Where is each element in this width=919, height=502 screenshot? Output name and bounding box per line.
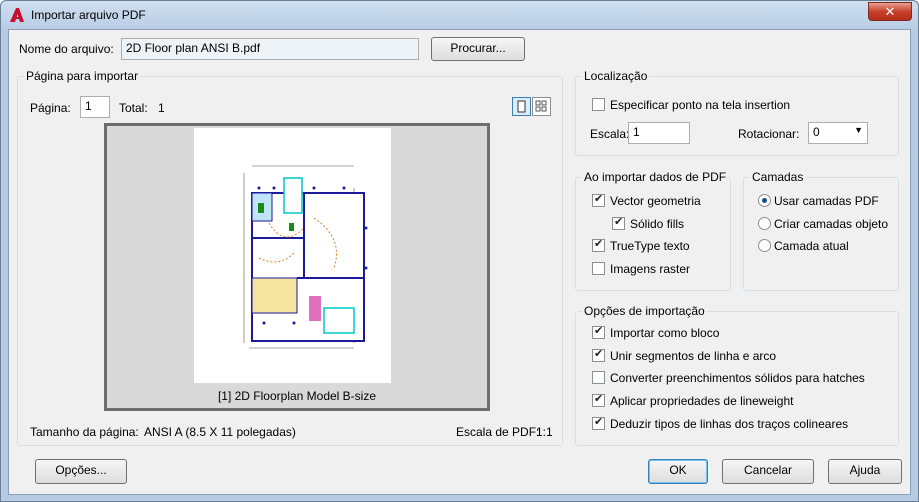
total-label: Total: — [119, 101, 148, 115]
infer-linetypes-label: Deduzir tipos de linhas dos traços colin… — [610, 417, 849, 431]
convert-fills-checkbox[interactable] — [592, 371, 605, 384]
convert-fills-label: Converter preenchimentos sólidos para ha… — [610, 371, 865, 385]
floor-plan-image — [243, 165, 368, 349]
file-name-label: Nome do arquivo: — [19, 42, 114, 56]
use-pdf-layers-label: Usar camadas PDF — [774, 194, 879, 208]
specify-onscreen-checkbox[interactable] — [592, 98, 605, 111]
browse-button[interactable]: Procurar... — [431, 37, 525, 61]
truetype-text-label: TrueType texto — [610, 239, 690, 253]
specify-onscreen-label: Especificar ponto na tela insertion — [610, 98, 791, 112]
file-name-field[interactable]: 2D Floor plan ANSI B.pdf — [121, 38, 419, 60]
vector-geometry-checkbox[interactable] — [592, 192, 605, 207]
close-button[interactable]: ✕ — [868, 2, 912, 21]
import-as-block-label: Importar como bloco — [610, 326, 720, 340]
raster-images-checkbox[interactable] — [592, 262, 605, 275]
current-layer-label: Camada atual — [774, 239, 849, 253]
truetype-text-checkbox[interactable] — [592, 237, 605, 252]
import-pdf-dialog: Importar arquivo PDF ✕ Nome do arquivo: … — [0, 0, 919, 502]
import-pdf-data-group: Ao importar dados de PDF Vector geometri… — [575, 170, 731, 291]
rotate-value: 0 — [813, 125, 820, 139]
page-number-input[interactable]: 1 — [80, 96, 110, 118]
join-segments-label: Unir segmentos de linha e arco — [610, 349, 777, 363]
scale-input[interactable]: 1 — [628, 122, 690, 144]
rotate-label: Rotacionar: — [738, 127, 800, 141]
ok-button[interactable]: OK — [648, 459, 708, 484]
scale-label: Escala: — [590, 127, 630, 141]
dialog-body: Nome do arquivo: 2D Floor plan ANSI B.pd… — [8, 29, 911, 495]
raster-images-label: Imagens raster — [610, 262, 691, 276]
single-page-view-button[interactable] — [512, 97, 531, 116]
page-to-import-group: Página para importar Página: 1 Total: 1 — [17, 69, 563, 446]
cancel-button[interactable]: Cancelar — [722, 459, 814, 484]
vector-geometry-label: Vector geometria — [610, 194, 701, 208]
import-options-group-title: Opções de importação — [582, 304, 707, 318]
create-object-layers-radio[interactable] — [758, 217, 771, 230]
import-as-block-checkbox[interactable] — [592, 324, 605, 339]
autocad-app-icon — [10, 8, 24, 22]
single-page-icon — [517, 100, 526, 113]
chevron-down-icon: ▼ — [854, 125, 863, 135]
help-button[interactable]: Ajuda — [828, 459, 902, 484]
title-bar[interactable]: Importar arquivo PDF ✕ — [1, 1, 918, 29]
layers-group: Camadas Usar camadas PDF Criar camadas o… — [743, 170, 899, 291]
layers-group-title: Camadas — [750, 170, 806, 184]
total-value: 1 — [158, 101, 165, 115]
page-size-label: Tamanho da página: — [30, 425, 139, 439]
preview-caption: [1] 2D Floorplan Model B-size — [217, 389, 377, 403]
import-data-group-title: Ao importar dados de PDF — [582, 170, 729, 184]
options-button[interactable]: Opções... — [35, 459, 127, 484]
thumbnail-view-button[interactable] — [532, 97, 551, 116]
page-size-value: ANSI A (8.5 X 11 polegadas) — [144, 425, 296, 439]
use-pdf-layers-radio[interactable] — [758, 194, 771, 207]
grid-view-icon — [535, 100, 547, 112]
location-group-title: Localização — [582, 69, 650, 83]
page-group-title: Página para importar — [24, 69, 141, 83]
solid-fills-label: Sólido fills — [630, 217, 685, 231]
current-layer-radio[interactable] — [758, 239, 771, 252]
create-object-layers-label: Criar camadas objeto — [774, 217, 889, 231]
infer-linetypes-checkbox[interactable] — [592, 415, 605, 430]
pdf-scale-label: Escala de PDF: — [456, 425, 540, 439]
join-segments-checkbox[interactable] — [592, 347, 605, 362]
location-group: Localização Especificar ponto na tela in… — [575, 69, 899, 156]
import-options-group: Opções de importação Importar como bloco… — [575, 304, 899, 446]
apply-lineweight-checkbox[interactable] — [592, 392, 605, 407]
solid-fills-checkbox[interactable] — [612, 215, 625, 230]
preview-page-thumbnail — [194, 128, 391, 383]
window-title: Importar arquivo PDF — [31, 8, 146, 22]
rotate-select[interactable]: 0 ▼ — [808, 122, 868, 144]
pdf-scale-value: 1:1 — [536, 425, 553, 439]
page-label: Página: — [30, 101, 71, 115]
apply-lineweight-label: Aplicar propriedades de lineweight — [610, 394, 794, 408]
page-preview[interactable]: [1] 2D Floorplan Model B-size — [104, 123, 490, 411]
